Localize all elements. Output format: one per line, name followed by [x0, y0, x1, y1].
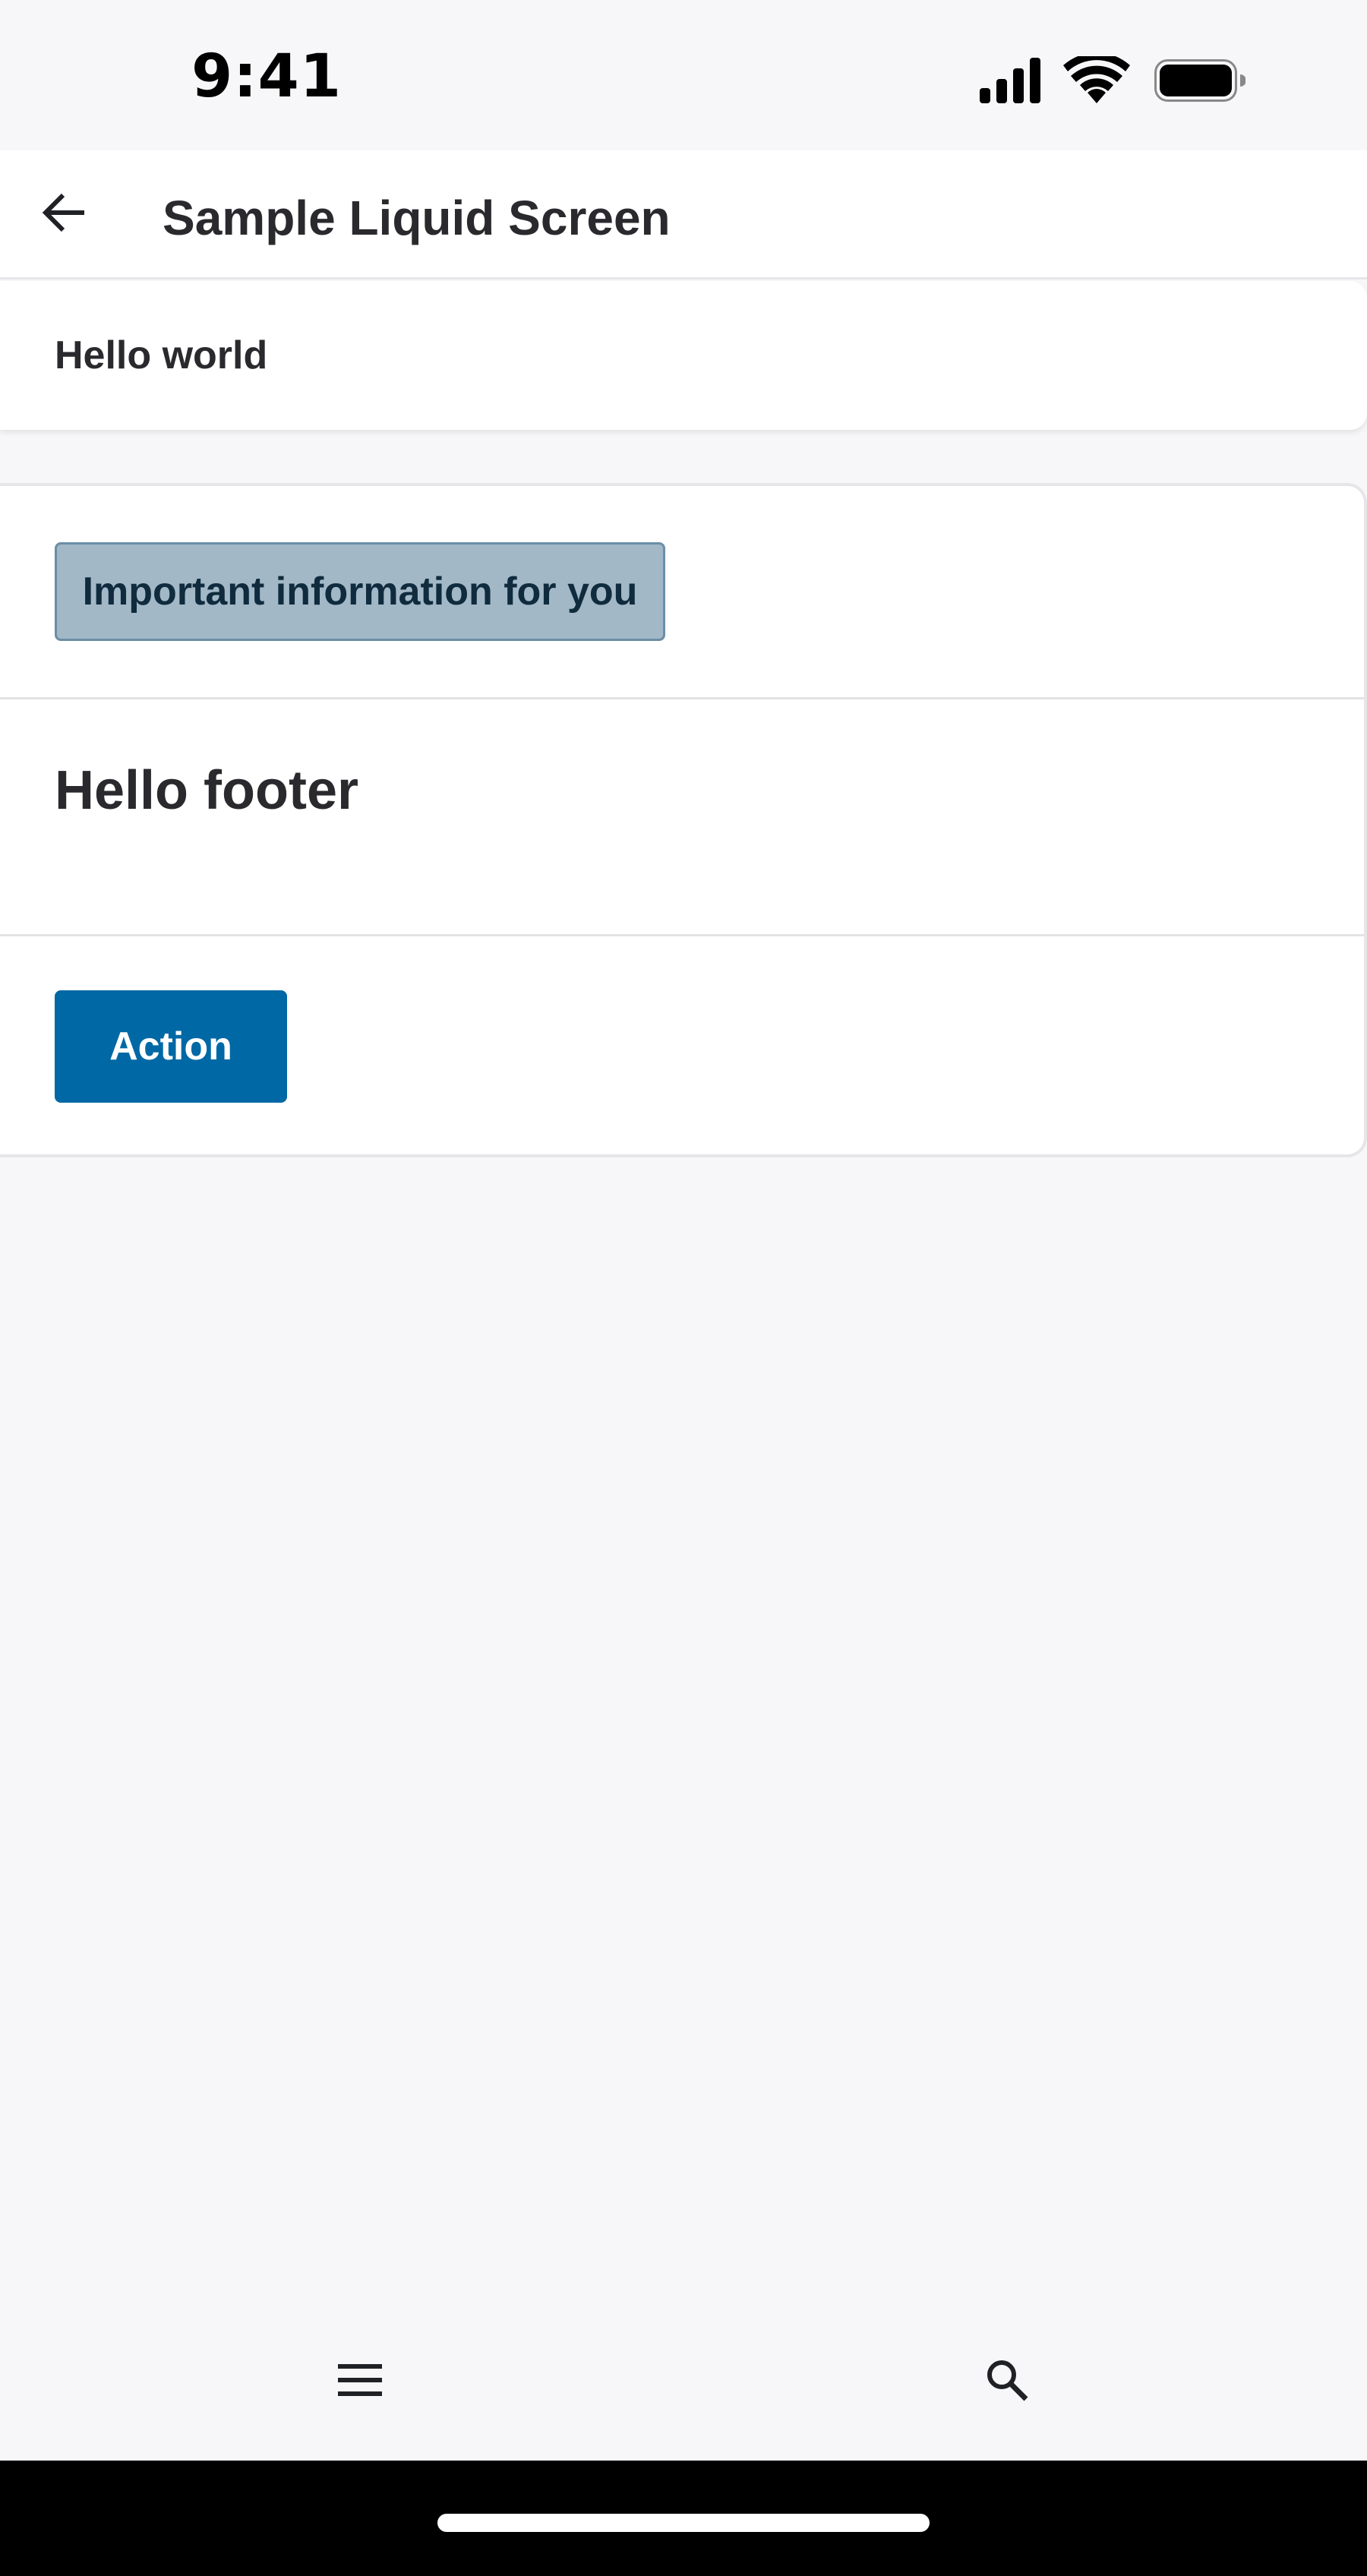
footer-text: Hello footer [55, 760, 359, 821]
content-card: Important information for you Hello foot… [0, 483, 1367, 1157]
home-indicator-area [0, 2461, 1367, 2576]
status-icons [980, 52, 1246, 105]
info-badge: Important information for you [55, 542, 665, 641]
back-button[interactable] [36, 181, 91, 245]
status-time: 9:41 [191, 43, 343, 111]
hello-world-card: Hello world [0, 281, 1367, 430]
status-bar: 9:41 [0, 0, 1367, 150]
app-header: Sample Liquid Screen [0, 150, 1367, 279]
battery-icon [1154, 59, 1246, 102]
hello-world-text: Hello world [55, 333, 268, 377]
cellular-signal-icon [980, 58, 1040, 103]
divider [0, 934, 1364, 936]
menu-icon [338, 2364, 382, 2396]
divider [0, 697, 1364, 699]
page-title: Sample Liquid Screen [163, 191, 671, 245]
home-indicator[interactable] [437, 2514, 930, 2532]
search-button[interactable] [969, 2342, 1045, 2418]
wifi-icon [1063, 52, 1130, 103]
back-arrow-icon [42, 193, 84, 232]
search-icon [987, 2360, 1028, 2401]
action-button[interactable]: Action [55, 990, 287, 1103]
menu-button[interactable] [322, 2342, 398, 2418]
bottom-nav [0, 2297, 1367, 2461]
